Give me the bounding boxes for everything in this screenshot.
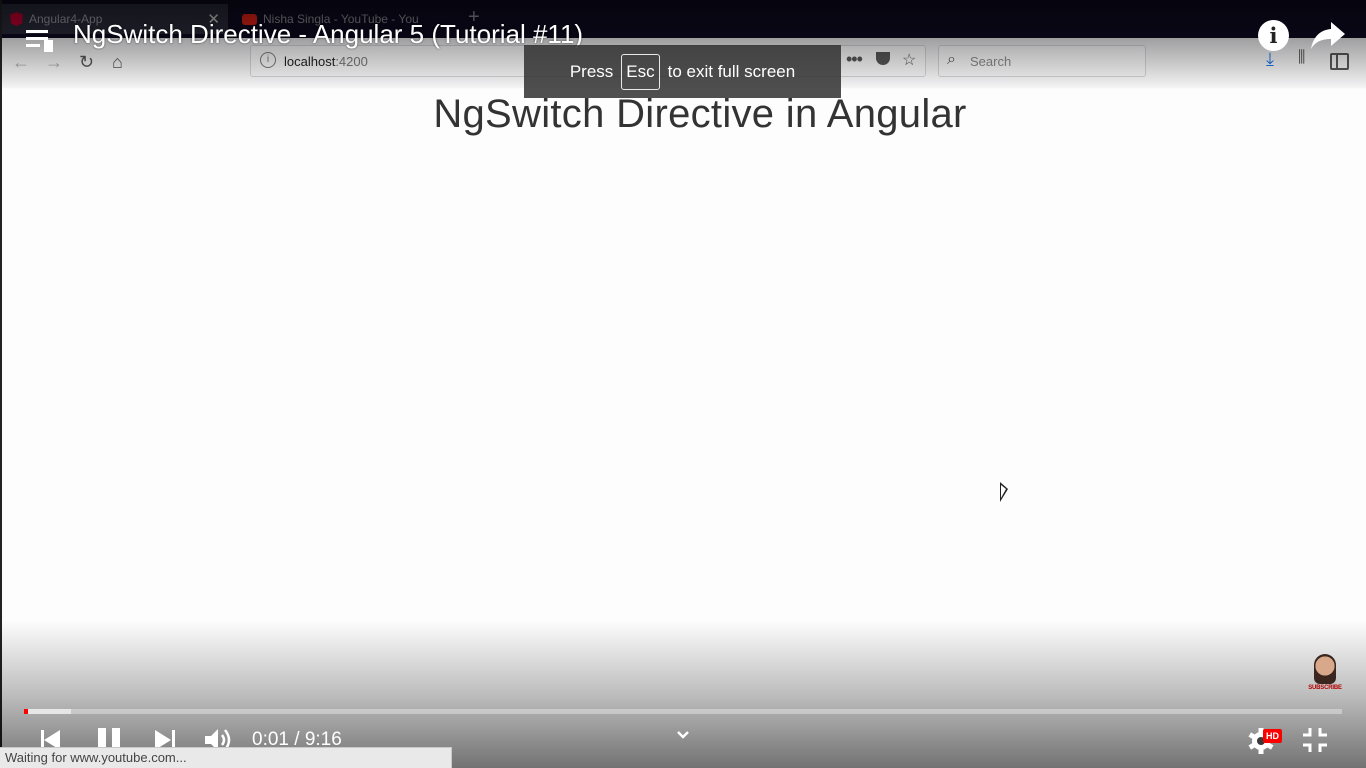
playlist-play-icon <box>44 40 53 52</box>
subscribe-watermark[interactable]: SUBSCRIBE <box>1306 654 1344 694</box>
exit-fullscreen-button[interactable] <box>1299 724 1331 756</box>
chevron-down-icon <box>677 731 689 739</box>
recorded-page-heading: NgSwitch Directive in Angular <box>433 92 967 136</box>
video-player[interactable]: Angular4-App ✕ Nisha Singla - YouTube - … <box>0 0 1366 768</box>
video-left-border <box>0 0 2 768</box>
recorded-search-box: ⌕ Search <box>938 45 1146 77</box>
recorded-search-placeholder: Search <box>970 54 1012 69</box>
mouse-cursor-icon <box>1000 482 1008 502</box>
share-arrow-icon <box>1311 22 1345 49</box>
fullscreen-toast: Press Esc to exit full screen <box>524 45 841 98</box>
recorded-url-text: localhost:4200 <box>284 54 368 69</box>
esc-key: Esc <box>621 53 660 90</box>
share-button[interactable] <box>1309 18 1347 52</box>
reload-icon: ↻ <box>79 52 95 72</box>
bookmark-star-icon: ☆ <box>902 52 917 69</box>
search-icon: ⌕ <box>947 51 956 68</box>
pocket-icon <box>876 52 890 65</box>
sidebar-icon <box>1330 53 1349 70</box>
progress-played <box>24 709 28 714</box>
progress-bar[interactable] <box>24 709 1342 714</box>
info-icon: i <box>260 52 276 68</box>
angular-logo-icon <box>10 12 23 26</box>
browser-status-bar: Waiting for www.youtube.com... <box>0 747 452 768</box>
info-button[interactable]: i <box>1258 20 1289 51</box>
progress-buffered <box>24 709 72 714</box>
exit-fullscreen-icon <box>1303 728 1327 752</box>
more-actions-icon: ••• <box>846 49 863 69</box>
subscribe-label: SUBSCRIBE <box>1308 685 1342 691</box>
chevron-down-button[interactable] <box>674 726 692 742</box>
home-icon: ⌂ <box>112 52 123 72</box>
video-title[interactable]: NgSwitch Directive - Angular 5 (Tutorial… <box>73 19 583 50</box>
playlist-button[interactable] <box>26 26 56 54</box>
channel-avatar <box>1314 654 1336 684</box>
hd-badge: HD <box>1263 729 1282 743</box>
library-icon: ⫼ <box>1298 49 1306 66</box>
download-icon: ⤓ <box>1266 49 1274 69</box>
